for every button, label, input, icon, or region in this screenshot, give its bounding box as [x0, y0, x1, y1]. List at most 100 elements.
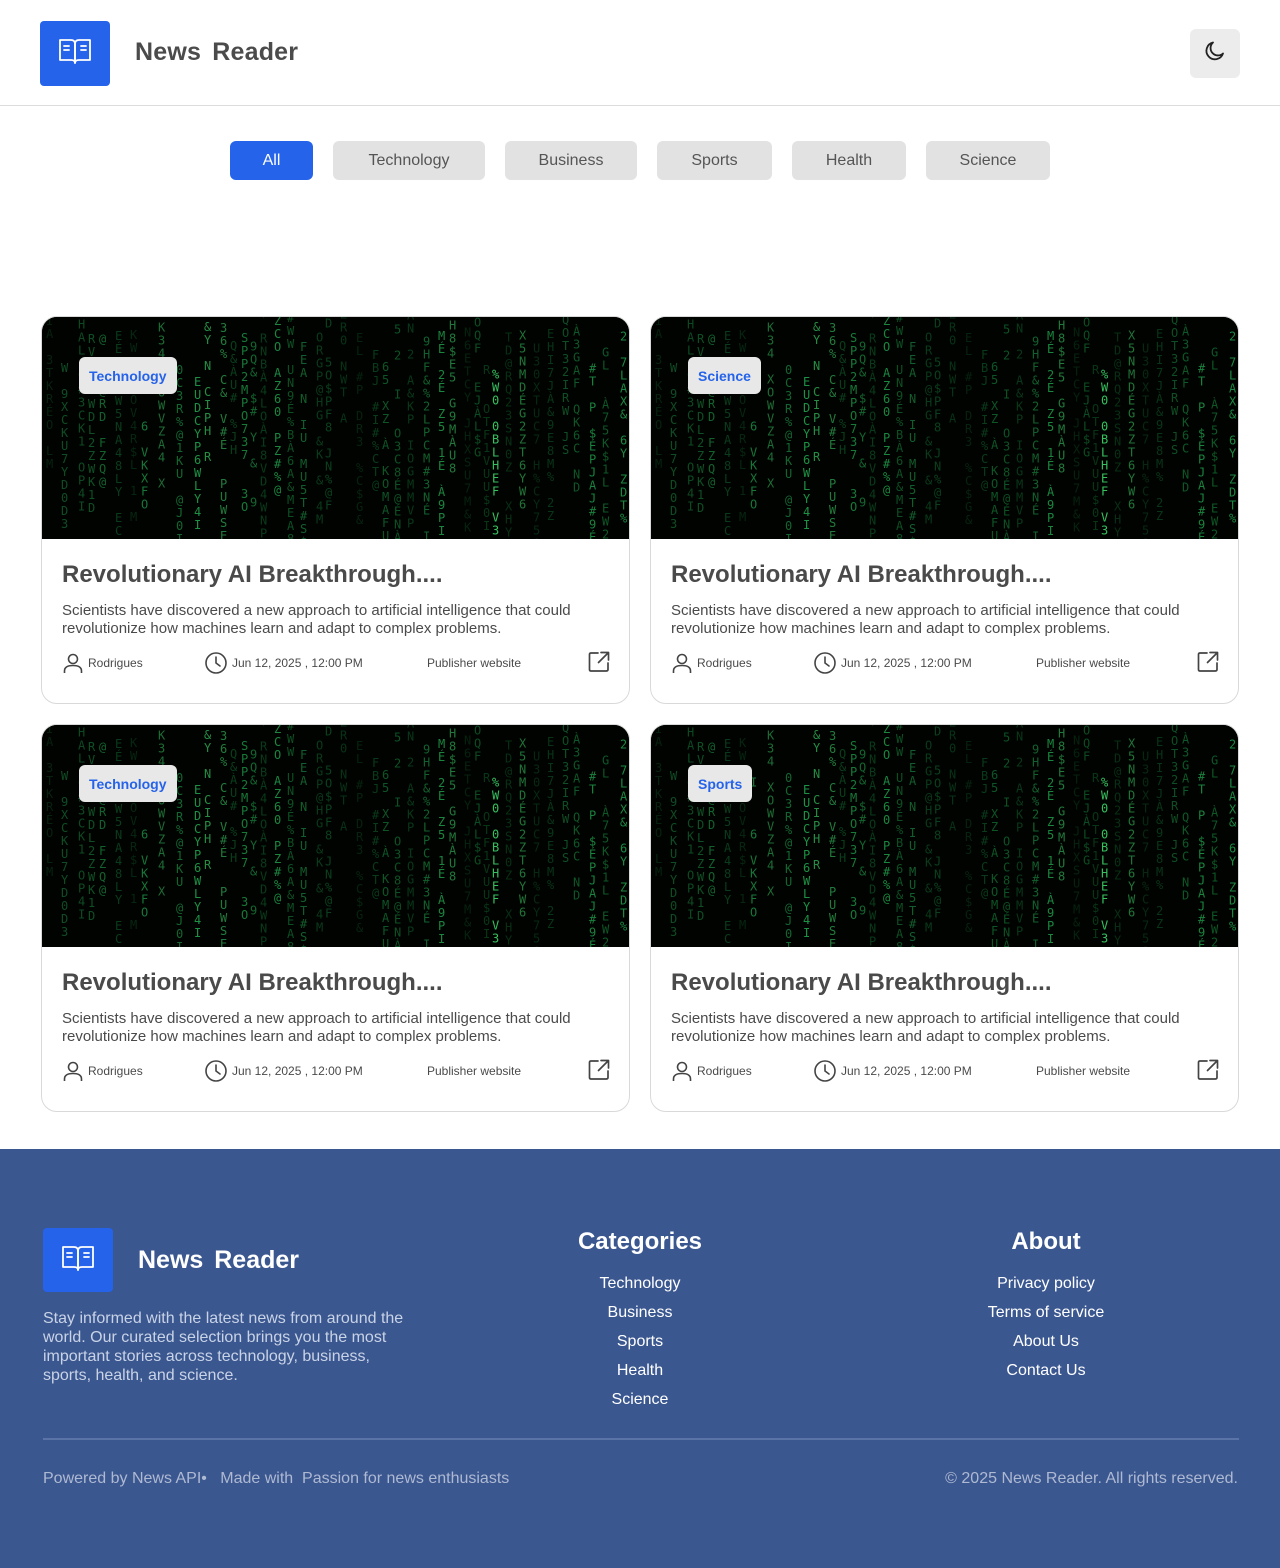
svg-text:X: X — [1142, 789, 1150, 803]
svg-text:N: N — [896, 376, 903, 390]
article-title[interactable]: Revolutionary AI Breakthrough.... — [62, 561, 443, 589]
logo[interactable] — [40, 21, 110, 86]
external-link-icon[interactable] — [587, 1058, 611, 1082]
footer-link-technology[interactable]: Technology — [510, 1269, 770, 1298]
svg-text:Z: Z — [767, 424, 774, 438]
footer-logo[interactable] — [43, 1228, 113, 1292]
svg-text:6: 6 — [287, 454, 294, 468]
svg-text:9: 9 — [449, 409, 456, 423]
svg-text:$: $ — [602, 857, 609, 871]
svg-text:2: 2 — [519, 419, 526, 433]
svg-text:T: T — [1073, 772, 1080, 786]
svg-text:%: % — [176, 415, 184, 429]
svg-text:X: X — [61, 400, 69, 414]
svg-text:8: 8 — [547, 444, 554, 458]
tab-health[interactable]: Health — [792, 141, 906, 180]
svg-text:A: A — [687, 739, 695, 753]
article-card[interactable]: IA3TKRÉOLMW9XCKU7YD0D3&EHAL9#3CK1OP4IRVY… — [41, 316, 630, 704]
article-title[interactable]: Revolutionary AI Breakthrough.... — [671, 561, 1052, 589]
svg-text:T: T — [340, 793, 347, 807]
date-text: Jun 12, 2025 , 12:00 PM — [232, 656, 363, 670]
svg-text:%: % — [533, 880, 541, 894]
svg-text:C: C — [981, 860, 988, 874]
svg-text:M: M — [449, 422, 456, 436]
publisher-link[interactable]: Publisher website — [427, 651, 521, 675]
footer-link-health[interactable]: Health — [510, 1356, 770, 1385]
tab-business[interactable]: Business — [505, 141, 637, 180]
svg-text:W: W — [739, 341, 747, 355]
tab-science[interactable]: Science — [926, 141, 1050, 180]
publisher-link[interactable]: Publisher website — [1036, 1059, 1130, 1083]
svg-text:À: À — [1083, 814, 1091, 829]
footer-link-about-us[interactable]: About Us — [916, 1327, 1176, 1356]
svg-text:2: 2 — [697, 844, 704, 858]
svg-text:Z: Z — [883, 852, 890, 866]
external-link-icon[interactable] — [1196, 650, 1220, 674]
svg-text:0: 0 — [492, 802, 499, 816]
tab-all[interactable]: All — [230, 141, 313, 180]
svg-text:J: J — [1083, 394, 1090, 408]
svg-text:Y: Y — [533, 498, 541, 512]
tab-sports[interactable]: Sports — [657, 141, 772, 180]
svg-text:É: É — [724, 749, 731, 764]
svg-text:5: 5 — [519, 341, 526, 355]
svg-text:G: G — [965, 908, 972, 922]
theme-toggle-button[interactable] — [1190, 29, 1240, 78]
svg-text:#: # — [883, 865, 891, 879]
svg-text:A: A — [287, 927, 295, 941]
article-title[interactable]: Revolutionary AI Breakthrough.... — [671, 969, 1052, 997]
publisher-link[interactable]: Publisher website — [427, 1059, 521, 1083]
svg-text:B: B — [492, 433, 499, 447]
external-link-icon[interactable] — [1196, 1058, 1220, 1082]
svg-text:L: L — [88, 831, 95, 845]
article-title[interactable]: Revolutionary AI Breakthrough.... — [62, 969, 443, 997]
svg-text:3: 3 — [687, 804, 694, 818]
svg-text:4: 4 — [158, 450, 165, 464]
svg-text:&: & — [1229, 407, 1237, 421]
svg-text:G: G — [449, 396, 456, 410]
svg-text:2: 2 — [423, 808, 430, 822]
svg-text:7: 7 — [1142, 919, 1149, 933]
article-card[interactable]: IA3TKRÉOLMW9XCKU7YD0D3&EHAL9#3CK1OP4IRVY… — [650, 316, 1239, 704]
article-card[interactable]: IA3TKRÉOLMW9XCKU7YD0D3&EHAL9#3CK1OP4IRVY… — [650, 724, 1239, 1112]
svg-text:$: $ — [589, 834, 596, 848]
svg-text:K: K — [382, 872, 390, 886]
svg-text:R: R — [925, 751, 933, 765]
svg-text:M: M — [655, 865, 662, 879]
svg-text:D: D — [325, 725, 332, 738]
svg-text:J: J — [325, 854, 332, 868]
svg-text:1: 1 — [687, 435, 694, 449]
svg-text:Y: Y — [1128, 471, 1136, 485]
svg-text:É: É — [589, 846, 596, 861]
svg-text:0: 0 — [176, 771, 183, 785]
footer-link-business[interactable]: Business — [510, 1298, 770, 1327]
svg-text:K: K — [1073, 520, 1081, 534]
svg-text:3: 3 — [394, 440, 401, 454]
svg-text:F: F — [1032, 361, 1039, 375]
svg-text:#: # — [423, 465, 431, 479]
publisher-link[interactable]: Publisher website — [1036, 651, 1130, 675]
svg-text:L: L — [88, 423, 95, 437]
tab-technology[interactable]: Technology — [333, 141, 485, 180]
svg-text:À: À — [602, 804, 610, 819]
footer-link-contact[interactable]: Contact Us — [916, 1356, 1176, 1385]
footer-link-sports[interactable]: Sports — [510, 1327, 770, 1356]
svg-text:F: F — [99, 844, 106, 858]
svg-text:L: L — [260, 804, 267, 818]
footer-link-privacy[interactable]: Privacy policy — [916, 1269, 1176, 1298]
svg-text:R: R — [46, 392, 54, 406]
external-link-icon[interactable] — [587, 650, 611, 674]
svg-text:Z: Z — [99, 857, 106, 871]
article-card[interactable]: IA3TKRÉOLMW9XCKU7YD0D3&EHAL9#3CK1OP4IRVY… — [41, 724, 630, 1112]
svg-text:W: W — [220, 503, 228, 517]
footer-link-terms[interactable]: Terms of service — [916, 1298, 1176, 1327]
footer-link-science[interactable]: Science — [510, 1385, 770, 1414]
svg-text:A: A — [407, 373, 415, 387]
svg-text:B: B — [981, 769, 988, 783]
svg-text:O: O — [850, 409, 857, 423]
svg-text:V: V — [1092, 862, 1099, 876]
svg-text:N: N — [1032, 899, 1039, 913]
svg-text:9: 9 — [449, 817, 456, 831]
svg-text:B: B — [869, 357, 876, 371]
svg-text:8: 8 — [1003, 874, 1010, 888]
